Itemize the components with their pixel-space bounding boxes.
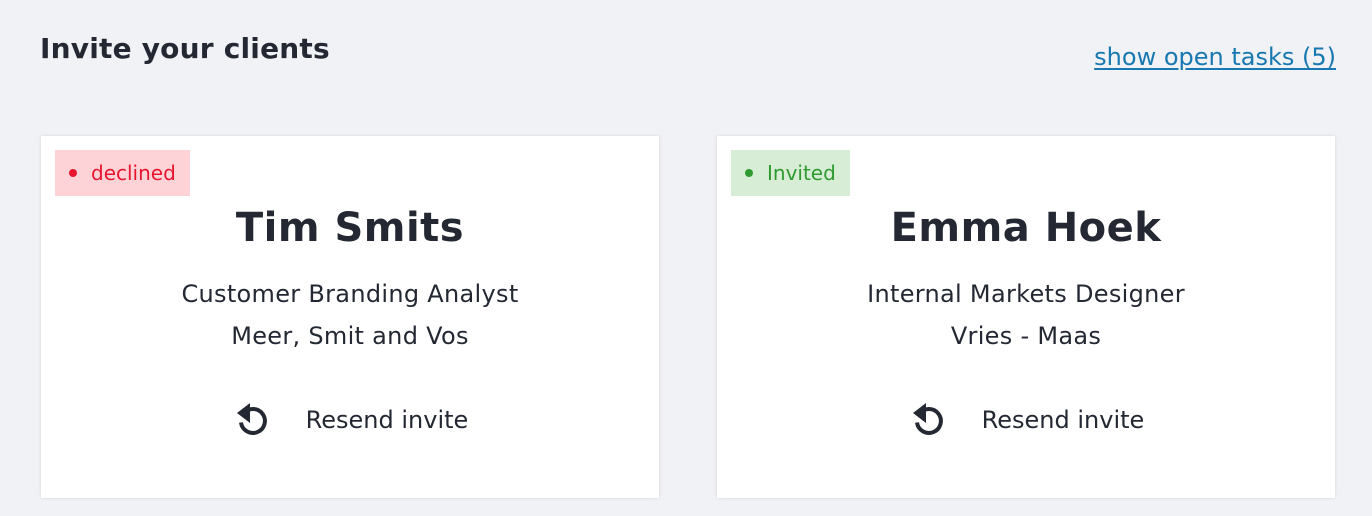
resend-invite-label: Resend invite	[305, 406, 469, 434]
resend-invite-button[interactable]: Resend invite	[717, 400, 1335, 440]
show-open-tasks-link[interactable]: show open tasks (5)	[1094, 40, 1336, 74]
client-company: Meer, Smit and Vos	[231, 322, 469, 350]
status-badge: Invited	[731, 150, 850, 196]
resend-icon	[908, 400, 948, 440]
client-card: declined Tim Smits Customer Branding Ana…	[41, 136, 659, 498]
resend-invite-button[interactable]: Resend invite	[41, 400, 659, 440]
client-name: Tim Smits	[235, 205, 465, 251]
client-name: Emma Hoek	[890, 205, 1162, 251]
client-role: Customer Branding Analyst	[181, 280, 519, 308]
status-badge: declined	[55, 150, 190, 196]
status-dot-icon	[69, 169, 77, 177]
status-dot-icon	[745, 169, 753, 177]
resend-icon	[232, 400, 272, 440]
client-card: Invited Emma Hoek Internal Markets Desig…	[717, 136, 1335, 498]
status-label: Invited	[767, 161, 836, 185]
client-company: Vries - Maas	[950, 322, 1102, 350]
client-role: Internal Markets Designer	[867, 280, 1185, 308]
resend-invite-label: Resend invite	[981, 406, 1145, 434]
page-title: Invite your clients	[40, 32, 330, 65]
invite-clients-page: Invite your clients show open tasks (5) …	[0, 0, 1372, 516]
status-label: declined	[91, 161, 176, 185]
